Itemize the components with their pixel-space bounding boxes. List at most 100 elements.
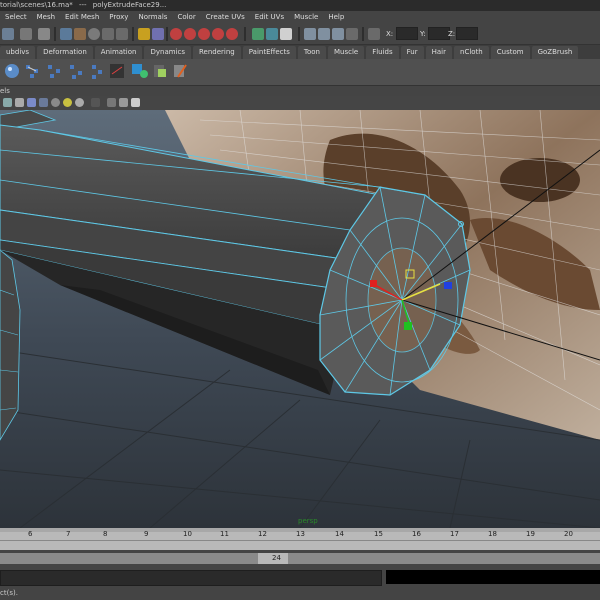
- snap-live-icon[interactable]: [226, 28, 238, 40]
- snap-grid-icon[interactable]: [152, 28, 164, 40]
- tab-subdivs[interactable]: ubdivs: [0, 46, 36, 59]
- x-field[interactable]: [396, 27, 418, 40]
- menu-select[interactable]: Select: [0, 11, 32, 24]
- menu-mesh[interactable]: Mesh: [32, 11, 60, 24]
- select-by-object-icon[interactable]: [20, 28, 32, 40]
- tab-deformation[interactable]: Deformation: [37, 46, 93, 59]
- relative-transform-icon[interactable]: [368, 28, 380, 40]
- attribute-editor-icon[interactable]: [304, 28, 316, 40]
- menu-create-uvs[interactable]: Create UVs: [201, 11, 250, 24]
- y-field[interactable]: [428, 27, 450, 40]
- tab-toon[interactable]: Toon: [297, 46, 326, 59]
- render-icon[interactable]: [252, 28, 264, 40]
- tab-rendering[interactable]: Rendering: [193, 46, 241, 59]
- isolate-select-icon[interactable]: [91, 98, 100, 107]
- tab-fur[interactable]: Fur: [400, 46, 424, 59]
- current-frame-label: 24: [272, 554, 281, 562]
- texture-icon[interactable]: [51, 98, 60, 107]
- x-label: X:: [386, 30, 394, 38]
- tab-muscle[interactable]: Muscle: [327, 46, 365, 59]
- shadow-icon[interactable]: [75, 98, 84, 107]
- menu-muscle[interactable]: Muscle: [289, 11, 323, 24]
- manipulator-y-handle[interactable]: [404, 322, 412, 330]
- tick-label: 7: [66, 530, 71, 538]
- menu-normals[interactable]: Normals: [133, 11, 172, 24]
- snap-point-icon[interactable]: [184, 28, 196, 40]
- select-by-hierarchy-icon[interactable]: [2, 28, 14, 40]
- panel-menu-bar: els: [0, 86, 600, 96]
- z-label: Z:: [448, 30, 456, 38]
- tab-hair[interactable]: Hair: [425, 46, 453, 59]
- lock-icon[interactable]: [138, 28, 150, 40]
- viewport-scene: persp: [0, 110, 600, 528]
- joint-shelf-icon[interactable]: [26, 65, 38, 78]
- cluster-shelf-icon[interactable]: [154, 65, 166, 77]
- render-settings-icon[interactable]: [280, 28, 292, 40]
- blend-shelf-icon[interactable]: [132, 64, 148, 78]
- paint-weights-shelf-icon[interactable]: [174, 64, 187, 78]
- tab-dynamics[interactable]: Dynamics: [144, 46, 191, 59]
- tool-settings-icon[interactable]: [318, 28, 330, 40]
- smooth-shade-icon[interactable]: [27, 98, 36, 107]
- backface-icon[interactable]: [131, 98, 140, 107]
- camera-icon[interactable]: [3, 98, 12, 107]
- tab-gozbrush[interactable]: GoZBrush: [531, 46, 579, 59]
- move-tool-icon[interactable]: [88, 28, 100, 40]
- ik-shelf-icon[interactable]: [48, 65, 60, 78]
- scale-tool-icon[interactable]: [116, 28, 128, 40]
- skin-shelf-icon[interactable]: [70, 65, 82, 79]
- tick-label: 11: [220, 530, 229, 538]
- snap-plane-icon[interactable]: [212, 28, 224, 40]
- status-line: X: Y: Z:: [0, 24, 600, 45]
- menu-edit-uvs[interactable]: Edit UVs: [250, 11, 289, 24]
- xray-icon[interactable]: [107, 98, 116, 107]
- menu-color[interactable]: Color: [172, 11, 200, 24]
- lasso-tool-icon[interactable]: [60, 28, 72, 40]
- snap-curve-icon[interactable]: [170, 28, 182, 40]
- toolbar-divider-5: [298, 27, 300, 41]
- toolbar-divider-6: [362, 27, 364, 41]
- selected-node: polyExtrudeFace29...: [92, 1, 167, 9]
- manipulator-x-handle[interactable]: [370, 280, 377, 287]
- snap-view-icon[interactable]: [198, 28, 210, 40]
- curve-shelf-icon[interactable]: [110, 64, 124, 78]
- range-slider-track[interactable]: [0, 553, 600, 564]
- channel-box-icon[interactable]: [332, 28, 344, 40]
- z-field[interactable]: [456, 27, 478, 40]
- rotate-tool-icon[interactable]: [102, 28, 114, 40]
- perspective-viewport[interactable]: persp: [0, 110, 600, 528]
- range-slider[interactable]: 24: [0, 550, 600, 568]
- ipr-render-icon[interactable]: [266, 28, 278, 40]
- toolbar-divider-3: [166, 27, 168, 41]
- constraint-shelf-icon[interactable]: [92, 65, 102, 79]
- toolbar-divider-4: [244, 27, 246, 41]
- main-menu-bar: Select Mesh Edit Mesh Proxy Normals Colo…: [0, 11, 600, 25]
- shelf-icons: [5, 64, 187, 79]
- paint-select-icon[interactable]: [74, 28, 86, 40]
- time-slider[interactable]: 6 7 8 9 10 11 12 13 14 15 16 17 18 19 20: [0, 528, 600, 550]
- menu-edit-mesh[interactable]: Edit Mesh: [60, 11, 104, 24]
- scene-path: torial\scenes\16.ma*: [0, 1, 73, 9]
- light-icon[interactable]: [63, 98, 72, 107]
- tab-custom[interactable]: Custom: [490, 46, 530, 59]
- wireframe-on-shaded-icon[interactable]: [39, 98, 48, 107]
- menu-help[interactable]: Help: [323, 11, 349, 24]
- tick-label: 16: [412, 530, 421, 538]
- panel-menu-fragment[interactable]: els: [0, 87, 10, 95]
- select-by-component-icon[interactable]: [38, 28, 50, 40]
- tab-animation[interactable]: Animation: [94, 46, 143, 59]
- xray-joints-icon[interactable]: [119, 98, 128, 107]
- sphere-shelf-icon[interactable]: [5, 64, 19, 78]
- tick-label: 20: [564, 530, 573, 538]
- menu-proxy[interactable]: Proxy: [104, 11, 133, 24]
- wireframe-icon[interactable]: [15, 98, 24, 107]
- tick-label: 15: [374, 530, 383, 538]
- layer-editor-icon[interactable]: [346, 28, 358, 40]
- camera-name-label: persp: [298, 517, 318, 525]
- toolbar-divider-2: [132, 27, 134, 41]
- tab-fluids[interactable]: Fluids: [366, 46, 399, 59]
- tab-ncloth[interactable]: nCloth: [454, 46, 489, 59]
- command-input[interactable]: [0, 570, 382, 586]
- manipulator-z-handle[interactable]: [444, 282, 452, 289]
- tab-painteffects[interactable]: PaintEffects: [242, 46, 296, 59]
